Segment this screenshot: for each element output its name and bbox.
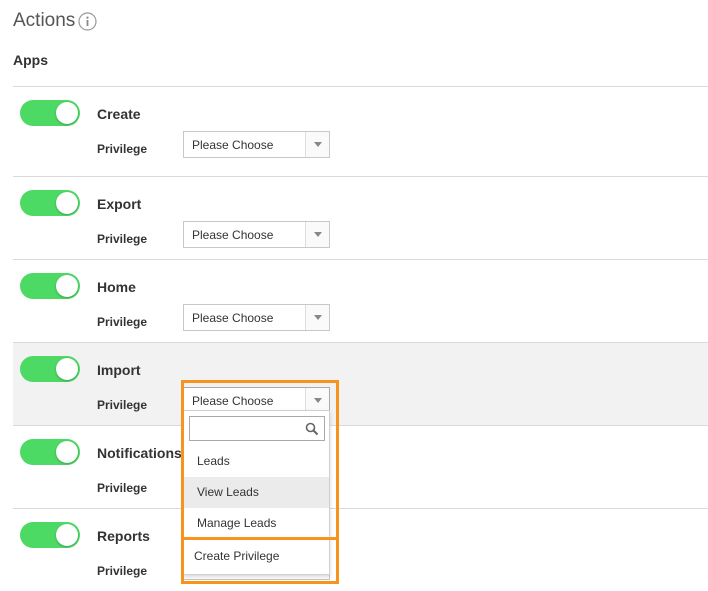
section-title: Apps (13, 52, 48, 68)
toggle-notifications[interactable] (20, 439, 80, 465)
select-value: Please Choose (192, 138, 274, 152)
chevron-down-icon (314, 232, 322, 237)
privilege-label: Privilege (97, 481, 148, 495)
toggle-create[interactable] (20, 100, 80, 126)
app-row-home: Home Privilege Please Choose (13, 259, 708, 342)
dropdown-button[interactable] (305, 222, 329, 247)
app-name: Reports (97, 528, 150, 544)
toggle-import[interactable] (20, 356, 80, 382)
dropdown-button[interactable] (305, 305, 329, 330)
toggle-home[interactable] (20, 273, 80, 299)
app-row-export: Export Privilege Please Choose (13, 176, 708, 259)
app-name: Import (97, 362, 141, 378)
highlight-box-options (181, 380, 339, 540)
app-name: Home (97, 279, 136, 295)
privilege-label: Privilege (97, 142, 148, 156)
privilege-select-home[interactable]: Please Choose (183, 304, 330, 331)
highlight-box-create-privilege (181, 537, 339, 584)
dropdown-button[interactable] (305, 132, 329, 157)
app-row-create: Create Privilege Please Choose (13, 86, 708, 169)
privilege-label: Privilege (97, 315, 148, 329)
app-name: Export (97, 196, 142, 212)
toggle-reports[interactable] (20, 522, 80, 548)
select-value: Please Choose (192, 228, 274, 242)
toggle-knob (56, 358, 78, 380)
chevron-down-icon (314, 315, 322, 320)
app-row-reports: Reports Privilege (13, 508, 708, 591)
toggle-export[interactable] (20, 190, 80, 216)
page-title: Actions (13, 10, 76, 31)
chevron-down-icon (314, 142, 322, 147)
privilege-select-export[interactable]: Please Choose (183, 221, 330, 248)
info-icon[interactable] (78, 12, 97, 31)
privilege-label: Privilege (97, 232, 148, 246)
privilege-select-create[interactable]: Please Choose (183, 131, 330, 158)
app-name: Create (97, 106, 141, 122)
select-value: Please Choose (192, 311, 274, 325)
app-row-notifications: Notifications Privilege (13, 425, 708, 508)
toggle-knob (56, 102, 78, 124)
toggle-knob (56, 192, 78, 214)
app-name: Notifications (97, 445, 182, 461)
toggle-knob (56, 524, 78, 546)
toggle-knob (56, 441, 78, 463)
privilege-label: Privilege (97, 398, 148, 412)
app-row-import: Import Privilege Please Choose (13, 342, 708, 425)
privilege-label: Privilege (97, 564, 148, 578)
toggle-knob (56, 275, 78, 297)
